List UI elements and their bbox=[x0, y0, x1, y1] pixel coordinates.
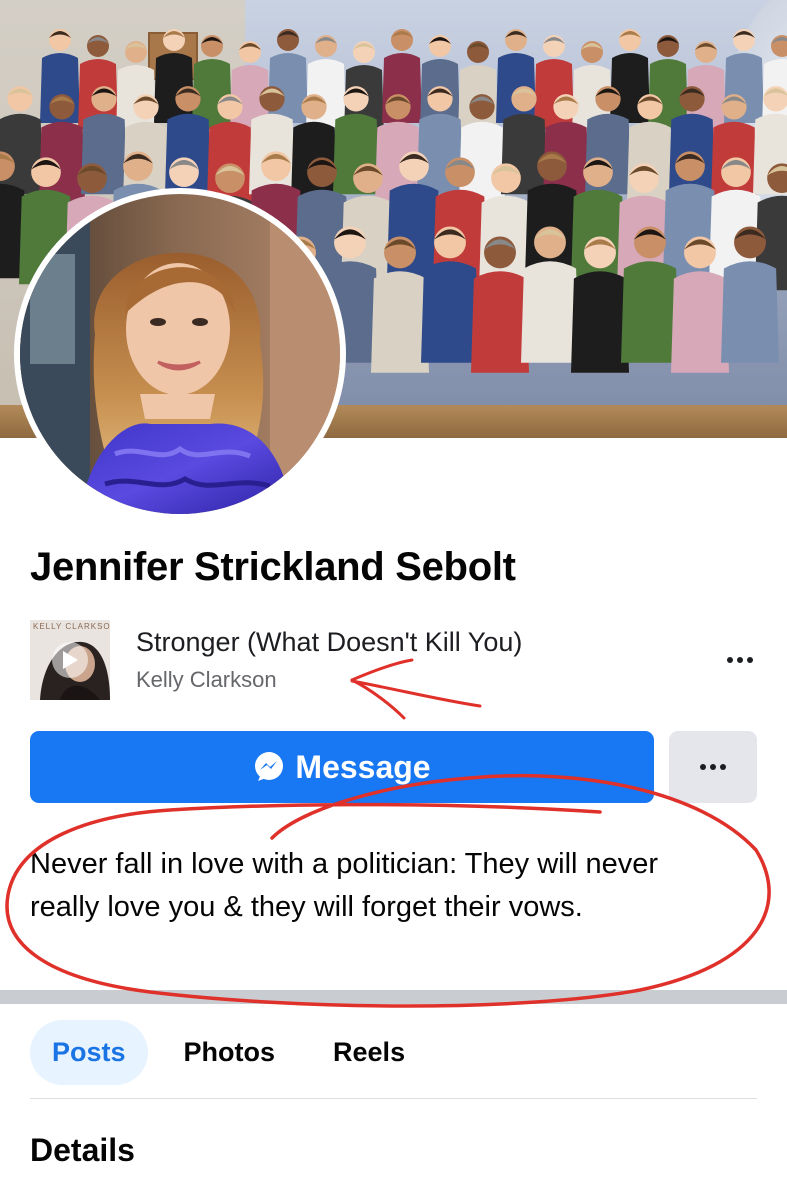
section-separator bbox=[0, 990, 787, 1004]
messenger-icon bbox=[255, 752, 284, 781]
dot bbox=[737, 657, 743, 663]
play-icon[interactable] bbox=[52, 642, 88, 678]
profile-avatar[interactable] bbox=[14, 188, 346, 520]
annotation-arrow bbox=[350, 679, 482, 708]
more-options-button[interactable] bbox=[669, 731, 757, 803]
crowd-person-body bbox=[571, 271, 629, 373]
annotation-arrow bbox=[350, 658, 414, 682]
music-more-icon[interactable] bbox=[722, 650, 758, 670]
album-cover-text: KELLY CLARKSON bbox=[33, 622, 110, 631]
dot bbox=[720, 764, 726, 770]
details-heading: Details bbox=[30, 1132, 135, 1168]
profile-tabs: Posts Photos Reels bbox=[30, 1020, 427, 1085]
tab-posts[interactable]: Posts bbox=[30, 1020, 148, 1085]
music-song-title[interactable]: Stronger (What Doesn't Kill You) bbox=[136, 627, 522, 658]
crowd-person-body bbox=[471, 271, 529, 373]
crowd-person-body bbox=[421, 261, 479, 363]
tab-reels[interactable]: Reels bbox=[311, 1020, 427, 1085]
dot bbox=[710, 764, 716, 770]
message-button-label: Message bbox=[295, 748, 431, 785]
profile-name: Jennifer Strickland Sebolt bbox=[30, 545, 516, 589]
crowd-person-body bbox=[521, 261, 579, 363]
music-album-cover[interactable]: KELLY CLARKSON bbox=[30, 620, 110, 700]
profile-bio: Never fall in love with a politician: Th… bbox=[30, 848, 659, 923]
dot bbox=[747, 657, 753, 663]
avatar-portrait bbox=[20, 194, 340, 514]
crowd-person-body bbox=[371, 271, 429, 373]
annotation-arrow bbox=[350, 678, 406, 720]
tab-divider bbox=[30, 1098, 757, 1099]
more-horizontal-icon bbox=[700, 764, 706, 770]
crowd-person-body bbox=[721, 261, 779, 363]
dot bbox=[727, 657, 733, 663]
tab-photos[interactable]: Photos bbox=[162, 1020, 298, 1085]
crowd-person-body bbox=[671, 271, 729, 373]
music-artist[interactable]: Kelly Clarkson bbox=[136, 667, 277, 693]
crowd-person-body bbox=[621, 261, 679, 363]
message-button[interactable]: Message bbox=[30, 731, 654, 803]
